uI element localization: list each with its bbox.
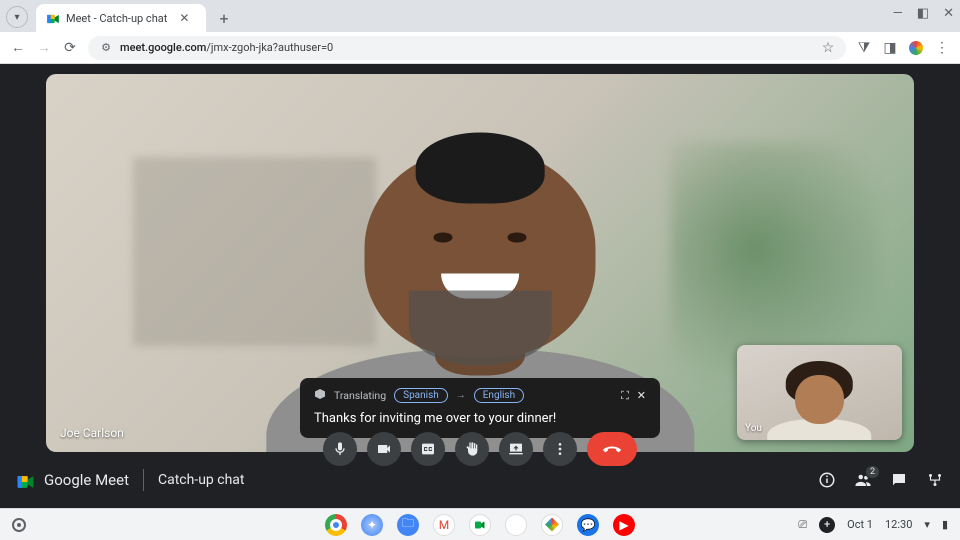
activities-button[interactable] <box>926 471 944 489</box>
address-bar[interactable]: ⚙ meet.google.com/jmx-zgoh-jka?authuser=… <box>88 36 846 60</box>
window-maximize-button[interactable]: ◧ <box>917 6 929 21</box>
meet-logo-icon <box>16 472 36 488</box>
photos-app-icon[interactable] <box>541 514 563 536</box>
participant-count-badge: 2 <box>865 465 880 479</box>
wifi-icon: ▾ <box>924 518 930 531</box>
self-view-tile[interactable]: You <box>737 345 902 440</box>
arrow-right-icon: → <box>456 390 466 401</box>
play-store-app-icon[interactable]: ▶ <box>505 514 527 536</box>
people-button[interactable]: 2 <box>854 471 872 489</box>
translation-caption-card: Translating Spanish → English ⛶ ✕ Thanks… <box>300 378 660 438</box>
files-app-icon[interactable]: 🗀 <box>397 514 419 536</box>
messages-app-icon[interactable]: 💬 <box>577 514 599 536</box>
source-language-pill[interactable]: Spanish <box>394 388 448 403</box>
meet-bottom-bar: Google Meet Catch-up chat 2 <box>0 452 960 508</box>
raise-hand-button[interactable] <box>455 432 489 466</box>
tab-search-button[interactable]: ▾ <box>6 6 28 28</box>
extensions-icon[interactable]: ⧩ <box>856 40 872 56</box>
microphone-button[interactable] <box>323 432 357 466</box>
tab-close-icon[interactable]: ✕ <box>179 11 189 25</box>
browser-tabstrip: ▾ Meet - Catch-up chat ✕ + ― ◧ ✕ <box>0 0 960 32</box>
status-date: Oct 1 <box>847 518 873 531</box>
participant-name-label: Joe Carlson <box>60 426 124 440</box>
translation-status-label: Translating <box>334 389 386 402</box>
translate-icon <box>314 388 326 403</box>
nav-back-button[interactable]: ← <box>10 39 26 56</box>
divider <box>143 469 144 491</box>
profile-avatar-icon[interactable] <box>908 41 924 55</box>
status-time: 12:30 <box>885 518 912 531</box>
present-screen-button[interactable] <box>499 432 533 466</box>
tab-title: Meet - Catch-up chat <box>66 12 167 25</box>
caption-text: Thanks for inviting me over to your dinn… <box>314 411 646 426</box>
meet-app: Joe Carlson Translating Spanish → Englis… <box>0 64 960 508</box>
chrome-menu-icon[interactable]: ⋮ <box>934 40 950 56</box>
cast-icon[interactable]: ⎚ <box>798 518 807 532</box>
gmail-app-icon[interactable]: M <box>433 514 455 536</box>
site-info-icon[interactable]: ⚙ <box>98 41 114 54</box>
target-language-pill[interactable]: English <box>474 388 524 403</box>
meet-brand: Google Meet <box>16 471 129 489</box>
self-figure <box>762 355 878 440</box>
meeting-name-label: Catch-up chat <box>158 472 245 488</box>
meet-favicon <box>46 11 60 25</box>
launcher-button[interactable] <box>12 518 26 532</box>
right-controls: 2 <box>818 471 944 489</box>
caption-expand-icon[interactable]: ⛶ <box>621 389 629 403</box>
youtube-app-icon[interactable]: ▶ <box>613 514 635 536</box>
status-tray[interactable]: ⎚ + Oct 1 12:30 ▾ ▮ <box>798 517 948 533</box>
shelf-apps: ✦ 🗀 M ▶ 💬 ▶ <box>325 514 635 536</box>
url-text: meet.google.com/jmx-zgoh-jka?authuser=0 <box>120 41 333 54</box>
more-options-button[interactable] <box>543 432 577 466</box>
chrome-app-icon[interactable] <box>325 514 347 536</box>
chromeos-shelf: ✦ 🗀 M ▶ 💬 ▶ ⎚ + Oct 1 12:30 ▾ ▮ <box>0 508 960 540</box>
meet-app-icon[interactable] <box>469 514 491 536</box>
side-panel-icon[interactable]: ◨ <box>882 40 898 56</box>
battery-icon: ▮ <box>942 518 948 531</box>
camera-button[interactable] <box>367 432 401 466</box>
captions-button[interactable] <box>411 432 445 466</box>
browser-toolbar: ← → ⟳ ⚙ meet.google.com/jmx-zgoh-jka?aut… <box>0 32 960 64</box>
leave-call-button[interactable] <box>587 432 637 466</box>
meeting-details-button[interactable] <box>818 471 836 489</box>
bookmark-star-icon[interactable]: ☆ <box>820 40 836 56</box>
nav-forward-button[interactable]: → <box>36 39 52 56</box>
call-controls <box>323 432 637 466</box>
self-label: You <box>745 423 762 434</box>
nav-reload-button[interactable]: ⟳ <box>62 40 78 56</box>
caption-close-icon[interactable]: ✕ <box>637 389 646 402</box>
window-close-button[interactable]: ✕ <box>943 6 954 21</box>
quick-add-icon[interactable]: + <box>819 517 835 533</box>
gemini-app-icon[interactable]: ✦ <box>361 514 383 536</box>
window-minimize-button[interactable]: ― <box>893 6 903 21</box>
main-participant-video[interactable]: Joe Carlson Translating Spanish → Englis… <box>46 74 914 452</box>
new-tab-button[interactable]: + <box>212 6 236 30</box>
browser-tab[interactable]: Meet - Catch-up chat ✕ <box>36 4 206 32</box>
chat-button[interactable] <box>890 471 908 489</box>
video-stage: Joe Carlson Translating Spanish → Englis… <box>0 64 960 452</box>
brand-text: Google Meet <box>44 471 129 489</box>
